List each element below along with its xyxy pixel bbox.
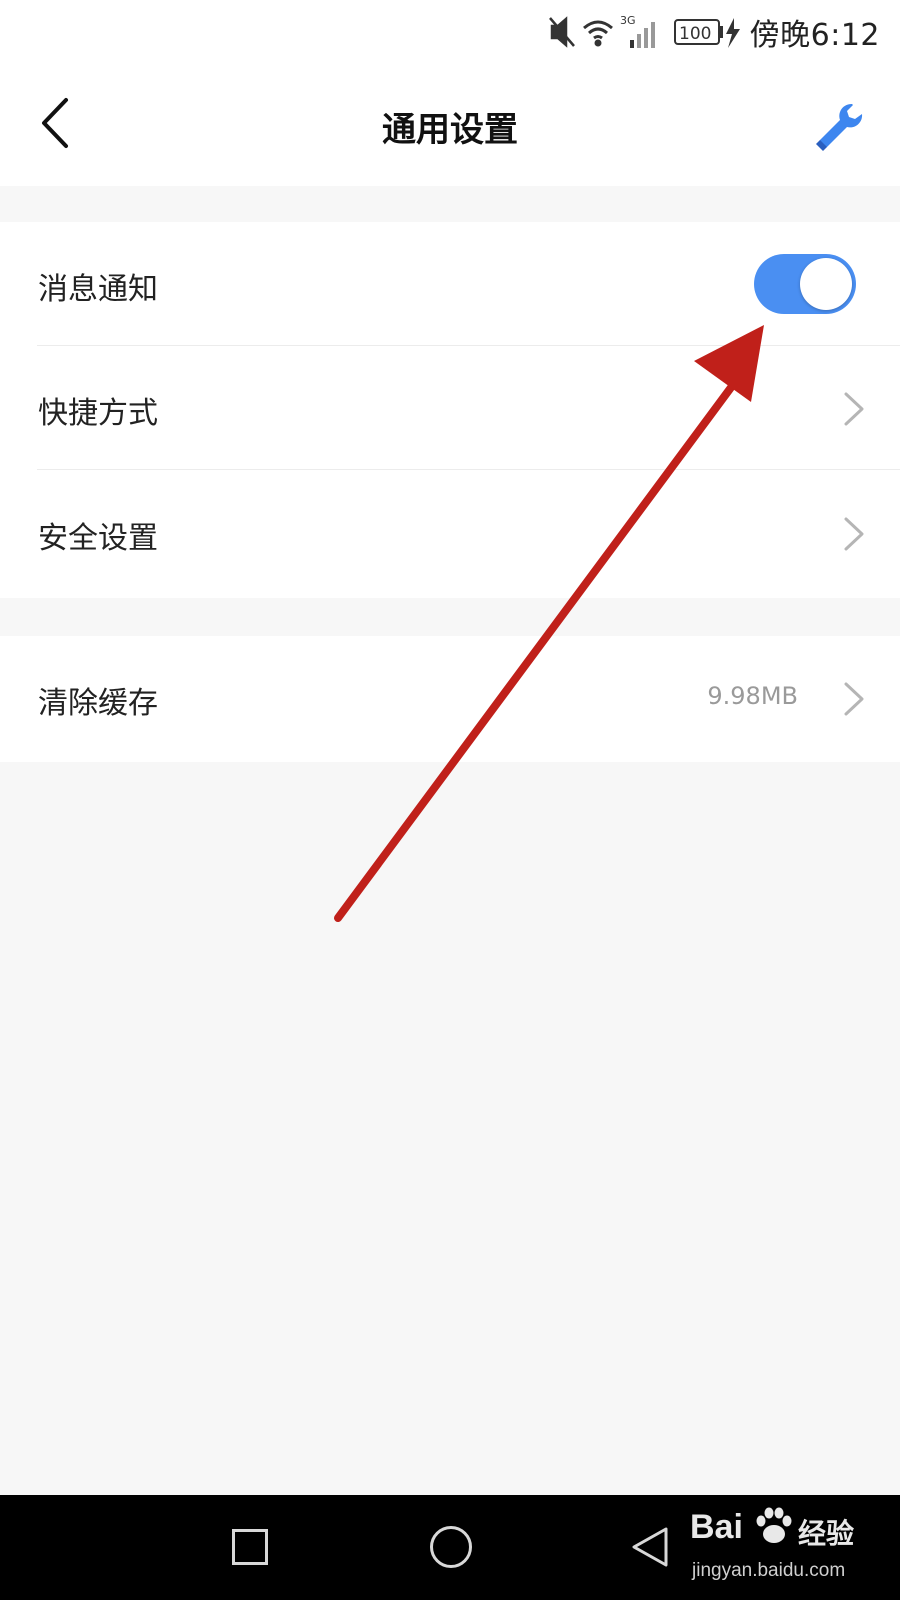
settings-row-shortcuts[interactable]: 快捷方式 <box>0 346 900 470</box>
row-label-security: 安全设置 <box>38 521 158 556</box>
status-time: 傍晚6:12 <box>749 18 880 53</box>
cache-size: 9.98MB <box>707 682 798 710</box>
chevron-right-icon <box>844 517 864 551</box>
notifications-toggle[interactable] <box>754 254 856 314</box>
wifi-icon <box>583 20 613 47</box>
settings-row-notifications: 消息通知 <box>0 222 900 346</box>
settings-group-primary: 消息通知 快捷方式 安全设置 <box>0 222 900 598</box>
app-header: 通用设置 <box>0 62 900 186</box>
charging-icon <box>726 18 740 48</box>
baidu-watermark: Bai 经验 jingyan.baidu.com <box>690 1504 890 1594</box>
back-triangle-icon[interactable] <box>630 1525 670 1569</box>
recents-icon[interactable] <box>232 1529 268 1565</box>
chevron-right-icon <box>844 682 864 716</box>
battery-level: 100 <box>679 24 711 44</box>
row-divider <box>37 469 900 470</box>
wrench-icon <box>816 103 863 151</box>
network-type: 3G <box>620 14 636 27</box>
settings-row-security[interactable]: 安全设置 <box>0 471 900 595</box>
status-bar: 3G 100 傍晚6:12 <box>0 0 900 62</box>
mute-icon <box>549 16 575 48</box>
settings-group-storage: 清除缓存 9.98MB <box>0 636 900 762</box>
row-label-clear-cache: 清除缓存 <box>38 686 158 721</box>
toggle-knob <box>800 258 852 310</box>
status-icons: 3G 100 <box>549 14 740 48</box>
settings-row-clear-cache[interactable]: 清除缓存 9.98MB <box>0 636 900 760</box>
watermark-url: jingyan.baidu.com <box>692 1560 846 1581</box>
paw-icon <box>756 1507 792 1543</box>
chevron-right-icon <box>844 392 864 426</box>
tool-button[interactable] <box>812 100 864 152</box>
row-label-notifications: 消息通知 <box>38 272 158 307</box>
home-icon[interactable] <box>430 1526 472 1568</box>
page-title: 通用设置 <box>382 110 518 150</box>
watermark-brand: Bai <box>690 1508 743 1546</box>
battery-icon: 100 <box>674 19 723 45</box>
watermark-brand-cn: 经验 <box>798 1517 855 1550</box>
row-label-shortcuts: 快捷方式 <box>38 396 158 431</box>
